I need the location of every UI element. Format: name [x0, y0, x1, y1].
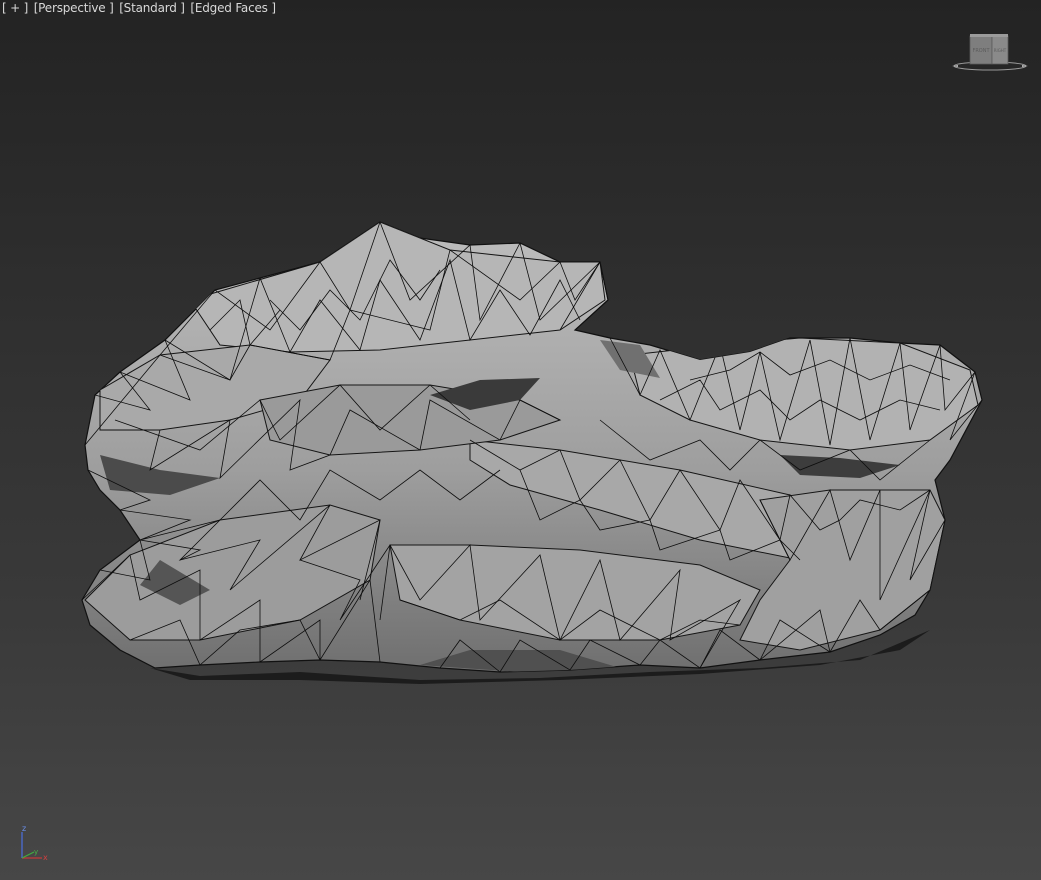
viewcube[interactable]: FRONT RIGHT: [950, 30, 1030, 75]
y-axis-label: y: [34, 848, 38, 856]
perspective-viewport[interactable]: [ + ] [Perspective ] [Standard ] [Edged …: [0, 0, 1041, 880]
shading-label[interactable]: [Standard ]: [118, 1, 186, 15]
viewcube-front-text: FRONT: [972, 48, 990, 54]
viewport-menu-label[interactable]: [ + ]: [1, 1, 29, 15]
viewport-label-bar: [ + ] [Perspective ] [Standard ] [Edged …: [1, 1, 277, 15]
z-axis-label: z: [22, 824, 26, 833]
rock-mesh[interactable]: [0, 0, 1041, 880]
axis-tripod: z x y: [21, 824, 48, 862]
view-label[interactable]: [Perspective ]: [33, 1, 115, 15]
y-axis-line: [21, 851, 35, 859]
viewcube-right-text: RIGHT: [994, 48, 1007, 53]
display-mode-label[interactable]: [Edged Faces ]: [189, 1, 276, 15]
x-axis-label: x: [43, 853, 48, 862]
